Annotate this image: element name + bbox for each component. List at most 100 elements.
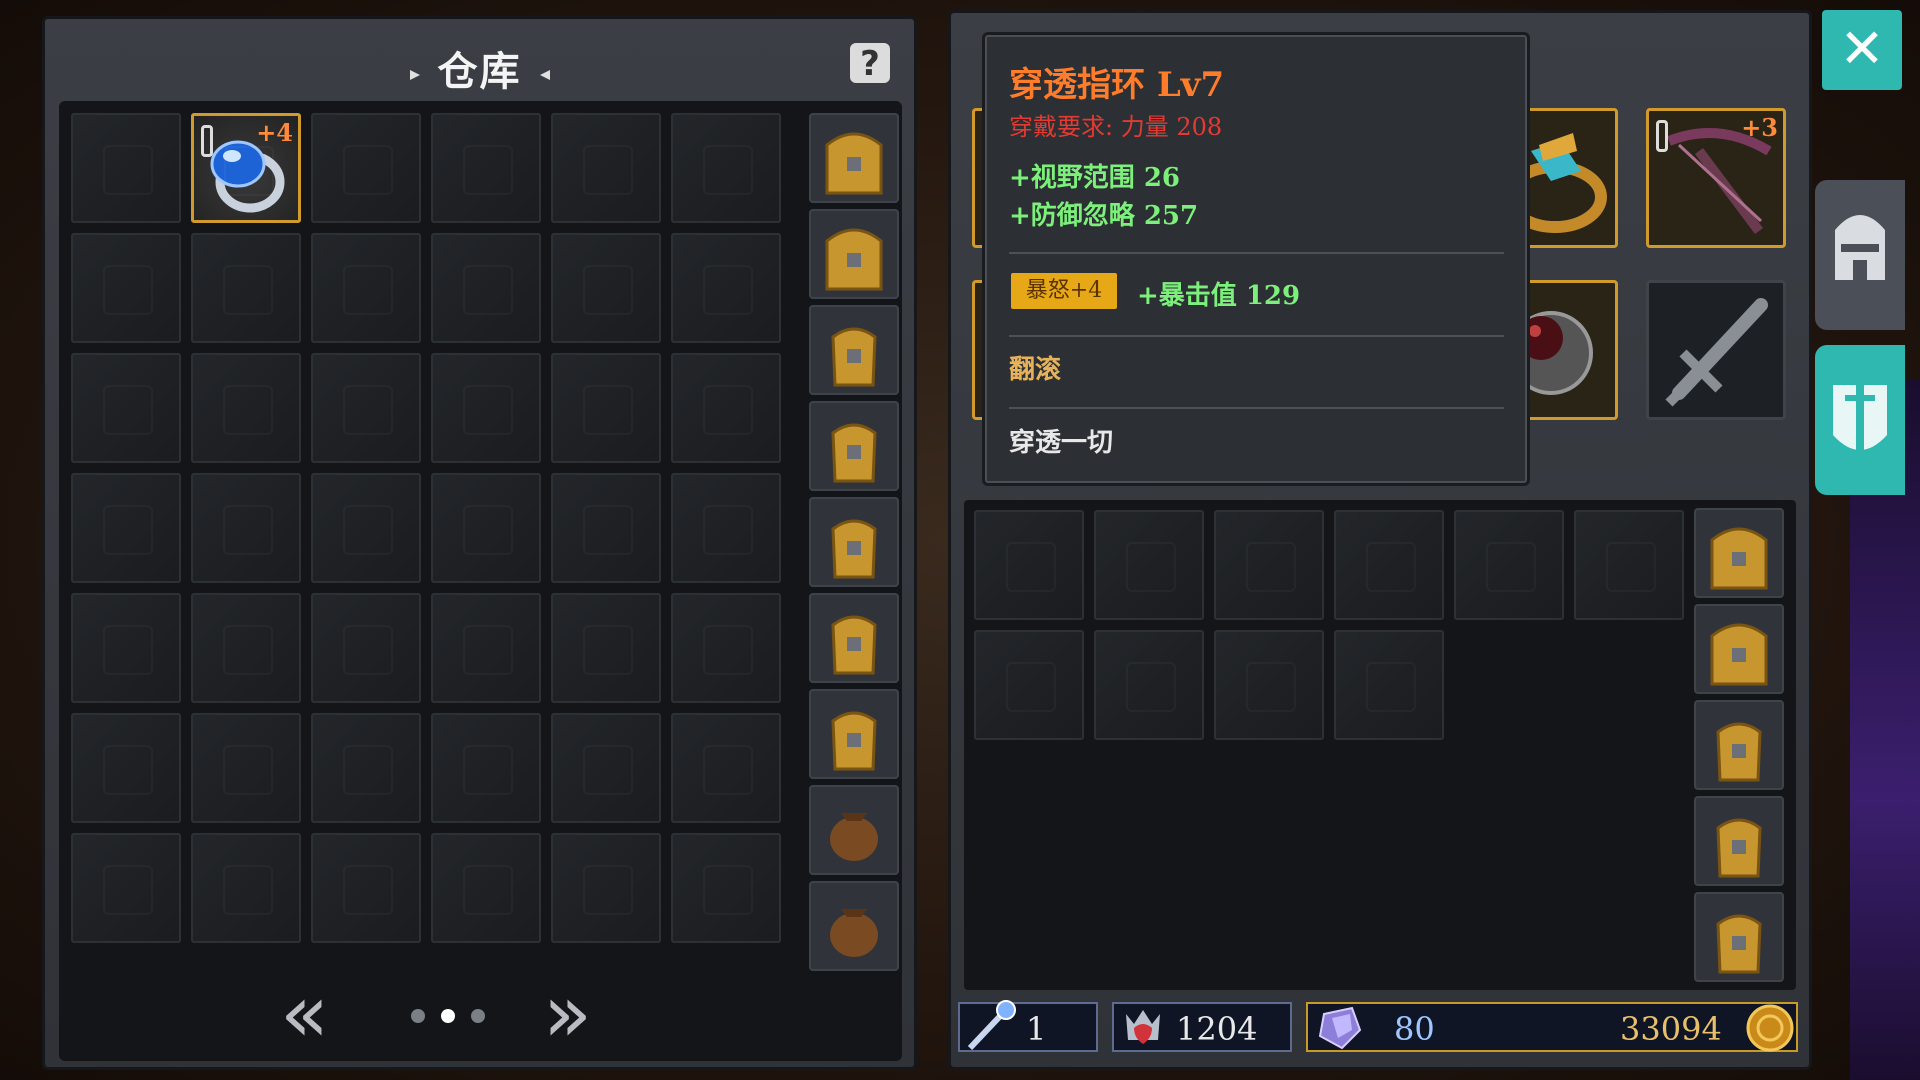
storage-slot[interactable] xyxy=(431,113,541,223)
bag-slot[interactable] xyxy=(1454,510,1564,620)
inventory-bag-tab-4[interactable] xyxy=(1694,796,1784,886)
bag-tab-9[interactable] xyxy=(809,881,899,971)
item-tooltip: 穿透指环 Lv7 穿戴要求: 力量 208 +视野范围 26 +防御忽略 257… xyxy=(985,35,1527,483)
storage-slot[interactable] xyxy=(71,833,181,943)
storage-slot[interactable] xyxy=(671,713,781,823)
storage-slot[interactable] xyxy=(671,353,781,463)
tab-equipment[interactable] xyxy=(1815,345,1905,495)
page-dot-2[interactable] xyxy=(441,1009,455,1023)
bag-slot[interactable] xyxy=(974,510,1084,620)
bag-tab-6[interactable] xyxy=(809,593,899,683)
storage-slot[interactable] xyxy=(191,233,301,343)
inventory-bag-tab-1[interactable] xyxy=(1694,508,1784,598)
backpack-icon xyxy=(831,711,877,771)
inventory-bag-tab-5[interactable] xyxy=(1694,892,1784,982)
page-dot-1[interactable] xyxy=(411,1009,425,1023)
storage-slot[interactable] xyxy=(671,833,781,943)
bag-tab-2[interactable] xyxy=(809,209,899,299)
storage-panel: 仓库 ? +4 « » xyxy=(42,16,917,1070)
shield-sword-icon xyxy=(1833,370,1887,470)
storage-slot[interactable] xyxy=(551,113,661,223)
storage-grid: +4 xyxy=(59,101,902,1061)
storage-slot[interactable] xyxy=(431,233,541,343)
storage-slot[interactable] xyxy=(311,833,421,943)
storage-slot[interactable] xyxy=(311,713,421,823)
storage-slot[interactable] xyxy=(71,353,181,463)
prev-page-button[interactable]: « xyxy=(280,974,329,1054)
bag-slot[interactable] xyxy=(1574,510,1684,620)
storage-slot[interactable] xyxy=(671,593,781,703)
resource-bar: 1 1204 80 33094 xyxy=(956,1000,1798,1058)
bag-tab-7[interactable] xyxy=(809,689,899,779)
storage-slot[interactable] xyxy=(191,713,301,823)
storage-slot[interactable] xyxy=(311,113,421,223)
storage-slot[interactable] xyxy=(311,473,421,583)
hearts-count: 1204 xyxy=(1176,1010,1258,1048)
storage-slot[interactable] xyxy=(191,833,301,943)
heart-crown-icon xyxy=(1126,1010,1160,1044)
equip-slot-bow[interactable]: +3 xyxy=(1646,108,1786,248)
inventory-bag-tab-3[interactable] xyxy=(1694,700,1784,790)
storage-title: 仓库 xyxy=(45,39,914,97)
storage-slot[interactable] xyxy=(551,233,661,343)
helmet-icon xyxy=(1835,215,1885,280)
scepter-icon xyxy=(967,1000,1016,1051)
equip-slot-weapon[interactable] xyxy=(1646,280,1786,420)
divider xyxy=(1009,252,1504,254)
next-page-button[interactable]: » xyxy=(543,974,592,1054)
storage-slot[interactable] xyxy=(551,353,661,463)
backpack-icon xyxy=(831,423,877,483)
bag-tab-8[interactable] xyxy=(809,785,899,875)
bag-slot[interactable] xyxy=(1094,630,1204,740)
bag-slot[interactable] xyxy=(1214,630,1324,740)
storage-slot[interactable] xyxy=(191,473,301,583)
storage-slot[interactable] xyxy=(551,713,661,823)
backpack-icon xyxy=(1716,914,1762,974)
resource-hearts: 1204 xyxy=(1112,1002,1292,1052)
bag-slot[interactable] xyxy=(974,630,1084,740)
bag-slot[interactable] xyxy=(1214,510,1324,620)
bag-slot[interactable] xyxy=(1334,510,1444,620)
bag-slot[interactable] xyxy=(1334,630,1444,740)
storage-slot[interactable] xyxy=(191,593,301,703)
bag-tab-3[interactable] xyxy=(809,305,899,395)
storage-slot[interactable] xyxy=(431,713,541,823)
storage-slot[interactable] xyxy=(71,113,181,223)
storage-slot[interactable] xyxy=(551,473,661,583)
storage-slot[interactable] xyxy=(191,353,301,463)
item-stat-2: +防御忽略 257 xyxy=(1009,201,1199,231)
storage-slot[interactable] xyxy=(551,593,661,703)
help-button[interactable]: ? xyxy=(850,43,890,84)
storage-slot[interactable] xyxy=(311,593,421,703)
bag-tab-5[interactable] xyxy=(809,497,899,587)
storage-slot[interactable] xyxy=(71,593,181,703)
item-skill: 翻滚 xyxy=(1009,355,1062,385)
storage-slot[interactable] xyxy=(311,353,421,463)
storage-slot[interactable] xyxy=(311,233,421,343)
bag-tab-1[interactable] xyxy=(809,113,899,203)
item-enhance-label: +4 xyxy=(256,118,293,147)
divider xyxy=(1009,335,1504,337)
divider xyxy=(1009,407,1504,409)
item-requirement: 穿戴要求: 力量 208 xyxy=(1009,113,1223,141)
storage-slot[interactable] xyxy=(71,713,181,823)
storage-slot[interactable] xyxy=(431,353,541,463)
storage-slot[interactable] xyxy=(71,233,181,343)
storage-slot[interactable] xyxy=(431,833,541,943)
storage-slot[interactable] xyxy=(71,473,181,583)
storage-slot-selected[interactable]: +4 xyxy=(191,113,301,223)
storage-slot[interactable] xyxy=(671,233,781,343)
inventory-bag-tab-2[interactable] xyxy=(1694,604,1784,694)
tab-character[interactable] xyxy=(1815,180,1905,330)
bag-tab-4[interactable] xyxy=(809,401,899,491)
storage-slot[interactable] xyxy=(671,473,781,583)
storage-slot[interactable] xyxy=(431,473,541,583)
bag-slot[interactable] xyxy=(1094,510,1204,620)
storage-slot[interactable] xyxy=(551,833,661,943)
storage-slot[interactable] xyxy=(431,593,541,703)
storage-slot[interactable] xyxy=(671,113,781,223)
lock-chain-icon xyxy=(1656,120,1668,152)
page-dot-3[interactable] xyxy=(471,1009,485,1023)
backpack-icon xyxy=(825,228,883,291)
close-button[interactable]: ✕ xyxy=(1822,10,1902,90)
